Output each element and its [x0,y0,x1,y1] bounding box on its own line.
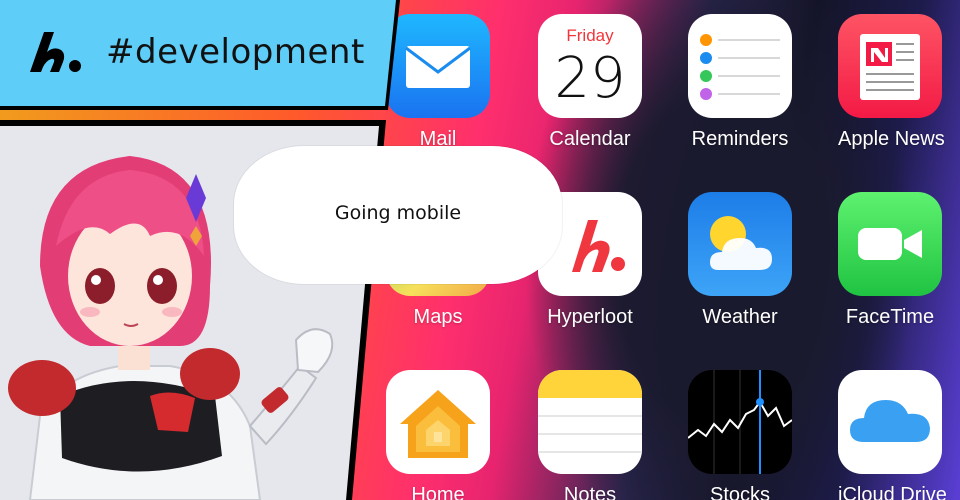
app-label: Hyperloot [547,306,633,328]
stocks-icon [688,370,792,474]
calendar-icon: Friday 29 [538,14,642,118]
app-label: Notes [563,484,617,500]
app-icloud-drive[interactable]: iCloud Drive [838,370,947,500]
facetime-icon [838,192,942,296]
app-stocks[interactable]: Stocks [688,370,792,500]
app-calendar[interactable]: Friday 29 Calendar [538,14,642,151]
app-reminders[interactable]: Reminders [688,14,792,151]
speech-bubble: Going mobile [234,146,562,284]
app-weather[interactable]: Weather [688,192,792,329]
news-icon [838,14,942,118]
icloud-icon [838,370,942,474]
app-notes[interactable]: Notes [538,370,642,500]
notes-icon [538,370,642,474]
app-label: Apple News [838,128,945,150]
hyperloot-logo-icon [30,32,81,72]
app-label: Maps [413,306,463,328]
calendar-day: 29 [554,46,626,111]
app-facetime[interactable]: FaceTime [838,192,942,329]
app-home[interactable]: Home [386,370,490,500]
hashtag-title: #development [106,32,365,72]
app-label: Reminders [691,128,789,150]
home-icon [386,370,490,474]
development-banner: #development [0,0,396,106]
app-label: Calendar [549,128,631,150]
reminders-icon [688,14,792,118]
calendar-weekday: Friday [566,26,614,45]
mail-icon [386,14,490,118]
app-label: Weather [702,306,778,328]
app-mail[interactable]: Mail [386,14,490,151]
app-apple-news[interactable]: Apple News [838,14,945,151]
app-label: FaceTime [845,306,935,328]
app-label: Home [411,484,465,500]
speech-bubble-text: Going mobile [334,202,462,224]
app-label: iCloud Drive [838,484,947,500]
app-label: Stocks [709,484,771,500]
weather-icon [688,192,792,296]
